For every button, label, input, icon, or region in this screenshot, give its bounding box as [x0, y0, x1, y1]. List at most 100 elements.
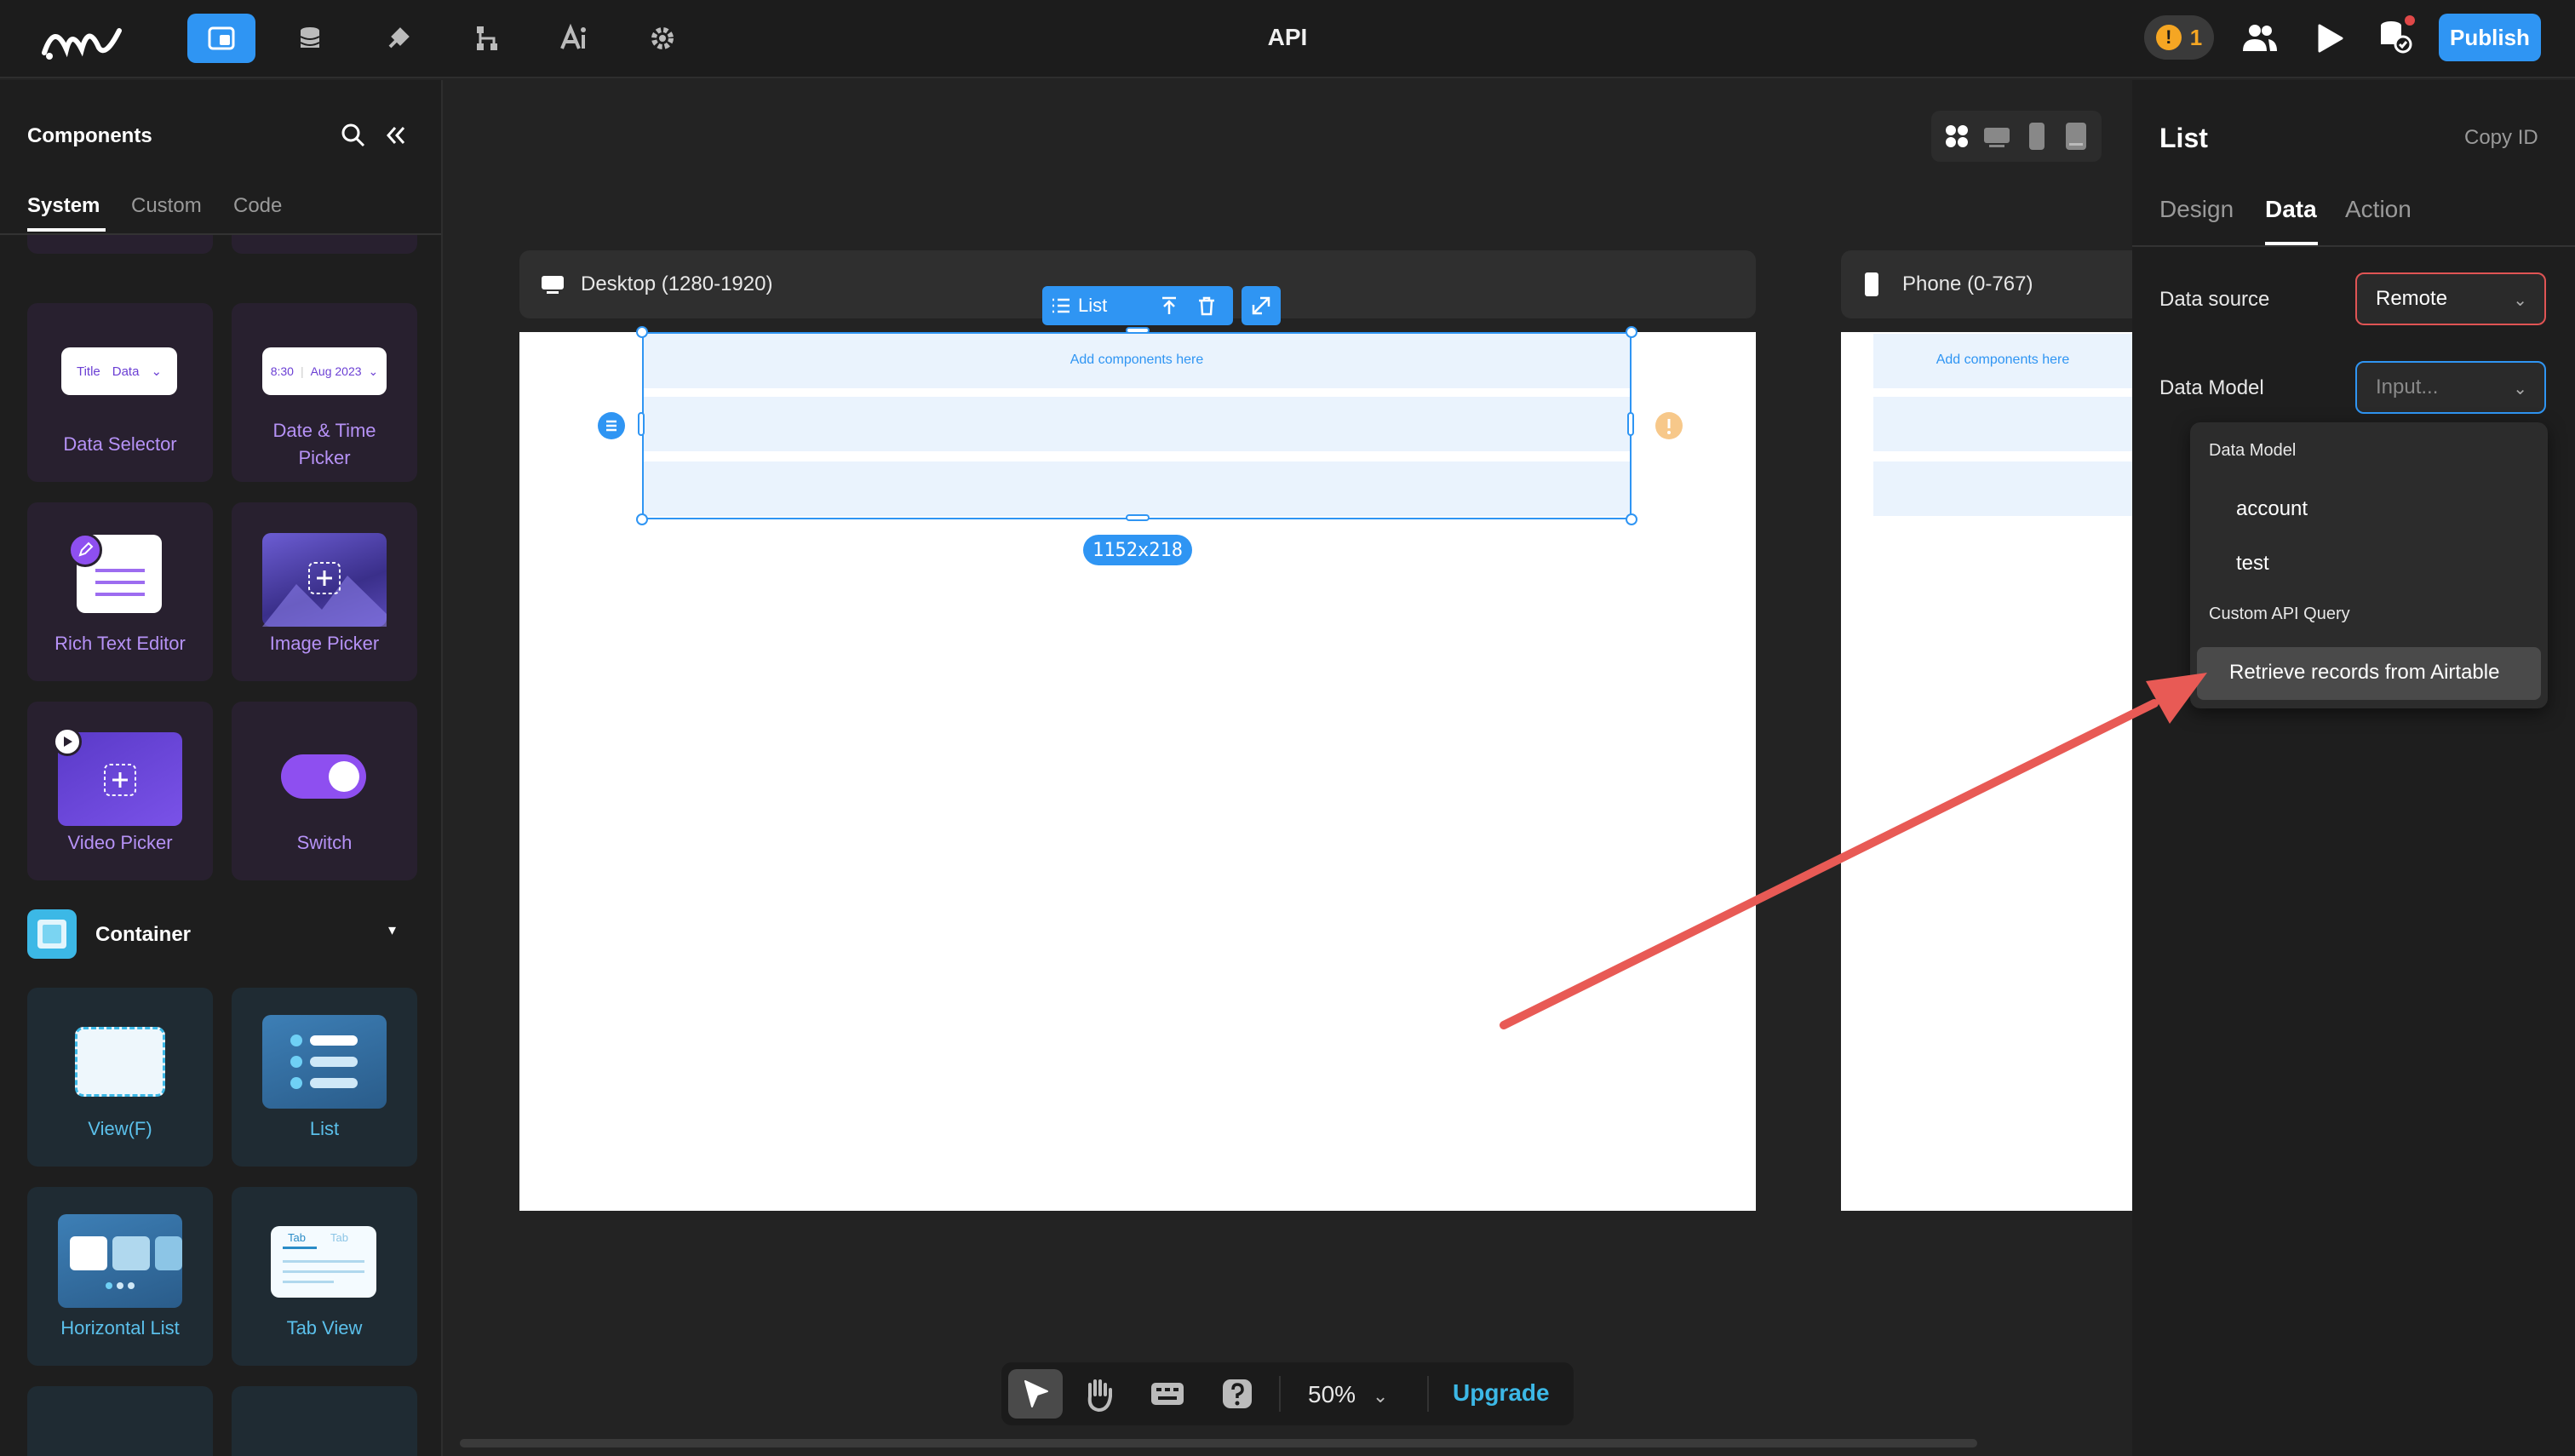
list-thumb: [262, 1015, 387, 1109]
plugin-icon[interactable]: [364, 14, 433, 63]
component-view[interactable]: View(F): [27, 988, 213, 1167]
card-label: Horizontal List: [60, 1317, 180, 1338]
upgrade-button[interactable]: Upgrade: [1453, 1379, 1550, 1407]
pages-icon[interactable]: [187, 14, 255, 63]
ai-icon[interactable]: [540, 14, 608, 63]
component-card[interactable]: [232, 235, 417, 254]
resize-handle[interactable]: [636, 326, 648, 338]
pointer-tool-icon[interactable]: [1008, 1369, 1063, 1419]
card-label: Tab View: [286, 1317, 363, 1338]
data-model-label: Data Model: [2159, 376, 2264, 399]
component-card[interactable]: [27, 235, 213, 254]
expand-icon[interactable]: [1242, 286, 1281, 325]
warning-count: 1: [2189, 24, 2203, 50]
component-date-time-picker[interactable]: 8:30 | Aug 2023 ⌄ Date & Time Picker: [232, 303, 417, 482]
component-horizontal-list[interactable]: Horizontal List: [27, 1187, 213, 1366]
components-panel: Components System Custom Code Title Data…: [0, 80, 443, 1456]
dropdown-option-test[interactable]: test: [2236, 552, 2269, 576]
panel-title: Components: [27, 124, 152, 147]
help-icon[interactable]: [1219, 1376, 1255, 1412]
data-source-select[interactable]: Remote ⌄: [2355, 272, 2546, 325]
keyboard-icon[interactable]: [1148, 1378, 1187, 1410]
warning-badge[interactable]: ! 1: [2144, 15, 2214, 60]
card-label: Date & Time Picker: [272, 420, 376, 468]
hand-tool-icon[interactable]: [1080, 1374, 1117, 1413]
phone-icon: [1863, 271, 1880, 298]
horizontal-list-thumb: [58, 1214, 182, 1308]
play-icon[interactable]: [2309, 19, 2348, 58]
tab-data[interactable]: Data: [2265, 196, 2317, 223]
card-label: Rich Text Editor: [54, 633, 186, 654]
list-settings-icon[interactable]: [598, 412, 625, 439]
card-label: Data Selector: [63, 433, 177, 455]
tab-system[interactable]: System: [27, 194, 100, 218]
component-switch[interactable]: Switch: [232, 702, 417, 880]
phone-icon[interactable]: [2027, 121, 2047, 152]
panel-title: List: [2159, 123, 2208, 153]
component-rich-text-editor[interactable]: Rich Text Editor: [27, 502, 213, 681]
resize-handle[interactable]: [1126, 514, 1150, 521]
view-thumb: [75, 1027, 165, 1097]
tab-code[interactable]: Code: [233, 194, 282, 218]
resize-handle[interactable]: [636, 513, 648, 525]
zoom-select[interactable]: 50% ⌄: [1308, 1381, 1388, 1408]
dropdown-option-airtable[interactable]: Retrieve records from Airtable: [2197, 647, 2541, 700]
component-card[interactable]: [232, 1386, 417, 1456]
chevron-down-icon: ⌄: [1372, 1385, 1389, 1407]
toolbar-label[interactable]: List: [1078, 295, 1107, 317]
resize-handle[interactable]: [1126, 327, 1150, 334]
tab-action[interactable]: Action: [2345, 196, 2412, 223]
component-list[interactable]: List: [232, 988, 417, 1167]
component-tab-view[interactable]: Tab Tab Tab View: [232, 1187, 417, 1366]
workflow-icon[interactable]: [451, 14, 519, 63]
data-model-select[interactable]: Input... ⌄: [2355, 361, 2546, 414]
horizontal-scrollbar[interactable]: [460, 1439, 1977, 1447]
component-data-selector[interactable]: Title Data ⌄ Data Selector: [27, 303, 213, 482]
chevron-down-icon: ⌄: [368, 364, 379, 378]
list-row[interactable]: [1873, 397, 2132, 451]
warning-icon: !: [2155, 25, 2182, 50]
zoom-value: 50%: [1308, 1381, 1356, 1407]
pencil-icon: [68, 533, 102, 567]
app-logo[interactable]: [37, 15, 126, 63]
caret-down-icon[interactable]: ▾: [388, 921, 396, 939]
database-sync-icon[interactable]: [2374, 15, 2417, 58]
tab-view-thumb: Tab Tab: [271, 1226, 376, 1298]
card-label: Image Picker: [269, 633, 380, 654]
phone-frame[interactable]: Add components here: [1841, 332, 2132, 1211]
collapse-panel-icon[interactable]: [381, 121, 410, 150]
component-video-picker[interactable]: Video Picker: [27, 702, 213, 880]
chevron-down-icon: ⌄: [2513, 380, 2527, 398]
resize-handle[interactable]: [1626, 326, 1637, 338]
container-section-header[interactable]: Container ▾: [27, 908, 416, 959]
container-icon: [27, 909, 77, 959]
dropdown-option-account[interactable]: account: [2236, 497, 2308, 521]
list-row[interactable]: Add components here: [1873, 334, 2132, 388]
component-card[interactable]: [27, 1386, 213, 1456]
database-icon[interactable]: [276, 14, 344, 63]
resize-handle[interactable]: [1626, 513, 1637, 525]
phone-frame-header[interactable]: Phone (0-767): [1841, 250, 2132, 318]
selection-box[interactable]: [642, 332, 1632, 519]
data-source-label: Data source: [2159, 288, 2270, 311]
grid-view-icon[interactable]: [1943, 123, 1970, 150]
publish-button[interactable]: Publish: [2439, 14, 2541, 61]
move-up-icon[interactable]: [1158, 295, 1180, 317]
thumb-time-text: 8:30: [270, 364, 294, 378]
tablet-icon[interactable]: [2064, 121, 2088, 152]
thumb-data-text: Data: [112, 364, 140, 379]
card-label: Video Picker: [67, 832, 173, 853]
tab-custom[interactable]: Custom: [131, 194, 202, 218]
search-icon[interactable]: [339, 121, 368, 150]
warning-icon[interactable]: [1655, 412, 1683, 439]
copy-id-button[interactable]: Copy ID: [2464, 126, 2538, 150]
list-row[interactable]: [1873, 461, 2132, 516]
users-icon[interactable]: [2240, 19, 2279, 58]
component-image-picker[interactable]: Image Picker: [232, 502, 417, 681]
resize-handle[interactable]: [1627, 412, 1634, 436]
resize-handle[interactable]: [638, 412, 645, 436]
tab-design[interactable]: Design: [2159, 196, 2234, 223]
settings-icon[interactable]: [628, 14, 697, 63]
desktop-icon[interactable]: [1982, 123, 2011, 150]
trash-icon[interactable]: [1196, 295, 1218, 317]
